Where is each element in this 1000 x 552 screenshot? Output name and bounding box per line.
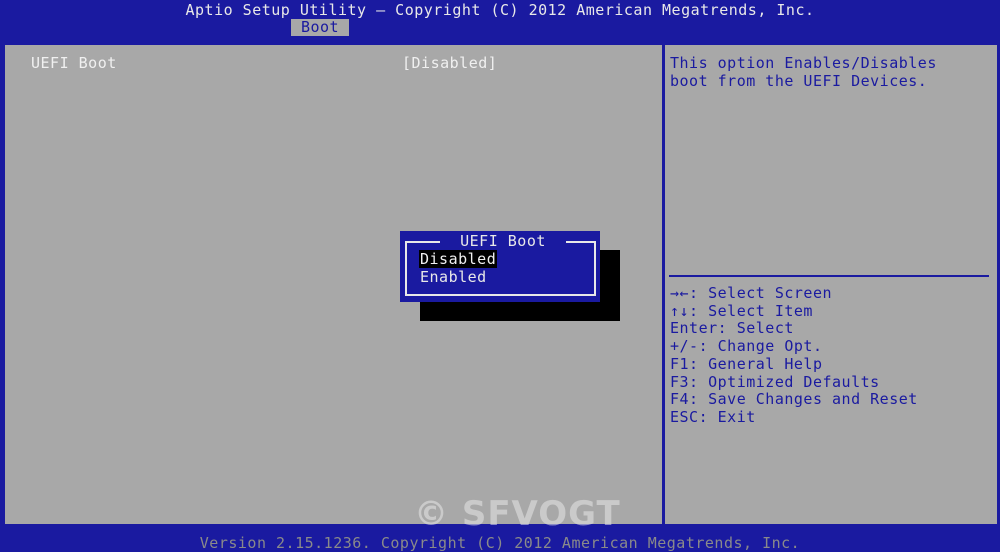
key-save-reset: F4: Save Changes and Reset [670, 390, 918, 409]
popup-options: Disabled Enabled [419, 250, 498, 286]
key-legend: →←: Select Screen ↑↓: Select Item Enter:… [670, 284, 990, 427]
key-optimized-defaults: F3: Optimized Defaults [670, 372, 880, 391]
panel-divider [663, 44, 665, 525]
popup-title: UEFI Boot [440, 232, 566, 250]
help-line-2: boot from the UEFI Devices. [670, 72, 928, 90]
watermark: © SFVOGT [414, 494, 621, 534]
option-enabled[interactable]: Enabled [420, 268, 487, 286]
option-disabled[interactable]: Disabled [419, 250, 498, 268]
help-description: This option Enables/Disables boot from t… [670, 54, 990, 90]
tab-boot[interactable]: Boot [291, 19, 349, 36]
uefi-boot-label[interactable]: UEFI Boot [31, 54, 117, 72]
help-divider [669, 275, 989, 277]
key-enter-select: Enter: Select [670, 319, 794, 338]
version-footer: Version 2.15.1236. Copyright (C) 2012 Am… [199, 534, 801, 552]
key-select-item: ↑↓: Select Item [670, 301, 813, 320]
key-exit: ESC: Exit [670, 407, 756, 426]
key-change-opt: +/-: Change Opt. [670, 337, 823, 356]
app-title: Aptio Setup Utility – Copyright (C) 2012… [185, 1, 815, 19]
uefi-boot-value[interactable]: [Disabled] [402, 54, 497, 72]
key-select-screen: →←: Select Screen [670, 284, 833, 302]
help-line-1: This option Enables/Disables [670, 54, 937, 72]
key-general-help: F1: General Help [670, 354, 823, 373]
